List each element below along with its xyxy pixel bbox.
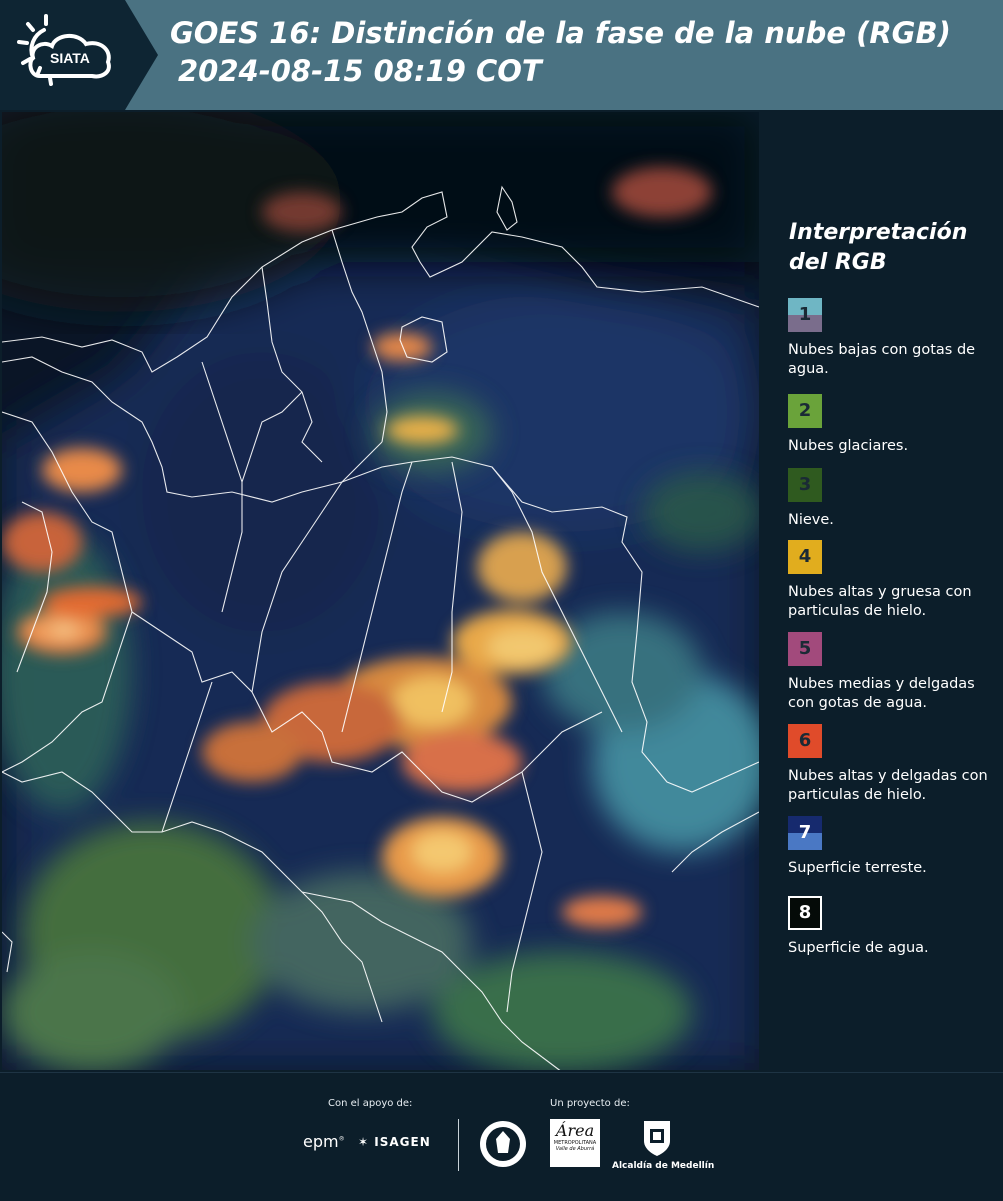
legend-label-5: Nubes medias y delgadas con gotas de agu… — [788, 676, 975, 711]
support-label: Con el apoyo de: — [328, 1098, 413, 1109]
title-line-1: GOES 16: Distinción de la fase de la nub… — [170, 16, 951, 50]
legend-item-6: 6 Nubes altas y delgadas con particulas … — [788, 724, 1003, 805]
legend-swatch-1: 1 — [788, 298, 822, 332]
legend-label-2: Nubes glaciares. — [788, 438, 909, 454]
legend-swatch-4: 4 — [788, 540, 822, 574]
satellite-map — [2, 112, 759, 1070]
legend-label-3: Nieve. — [788, 512, 834, 528]
legend-swatch-7: 7 — [788, 816, 822, 850]
area-logo-mark: Área — [555, 1121, 595, 1140]
legend-label-4: Nubes altas y gruesa con particulas de h… — [788, 584, 972, 619]
area-logo-subtext: Valle de Aburrá — [555, 1146, 595, 1152]
legend-swatch-number: 1 — [798, 304, 812, 325]
medellin-shield-logo — [644, 1121, 670, 1156]
epm-logo-text: epm — [303, 1132, 339, 1151]
legend-swatch-8: 8 — [788, 896, 822, 930]
legend-label-1: Nubes bajas con gotas de agua. — [788, 342, 976, 377]
isagen-logo: ✶ ISAGEN — [358, 1135, 431, 1149]
seal-logo — [480, 1121, 526, 1167]
isagen-logo-text: ISAGEN — [374, 1135, 431, 1149]
legend-swatch-6: 6 — [788, 724, 822, 758]
isagen-star-icon: ✶ — [358, 1135, 370, 1149]
legend-item-1: 1 Nubes bajas con gotas de agua. — [788, 298, 1003, 379]
legend-panel: Interpretación del RGB 1 Nubes bajas con… — [760, 110, 1003, 1072]
page-title: GOES 16: Distinción de la fase de la nub… — [170, 14, 951, 90]
legend-swatch-5: 5 — [788, 632, 822, 666]
legend-label-7: Superficie terreste. — [788, 860, 927, 876]
legend-swatch-number: 6 — [798, 730, 812, 751]
legend-label-6: Nubes altas y delgadas con particulas de… — [788, 768, 988, 803]
legend-swatch-3: 3 — [788, 468, 822, 502]
legend-item-4: 4 Nubes altas y gruesa con particulas de… — [788, 540, 1003, 621]
footer-divider — [458, 1119, 459, 1171]
legend-title: Interpretación del RGB — [789, 220, 968, 275]
legend-item-8: 8 Superficie de agua. — [788, 896, 1003, 958]
header-bar: SIATA GOES 16: Distinción de la fase de … — [0, 0, 1003, 110]
alcaldia-text: Alcaldía de Medellín — [612, 1161, 715, 1171]
legend-item-5: 5 Nubes medias y delgadas con gotas de a… — [788, 632, 1003, 713]
siata-logo-text: SIATA — [50, 50, 90, 66]
legend-item-7: 7 Superficie terreste. — [788, 816, 1003, 878]
legend-swatch-number: 3 — [798, 474, 812, 495]
epm-logo: epm® — [303, 1132, 345, 1151]
legend-swatch-number: 5 — [798, 638, 812, 659]
legend-swatch-number: 4 — [798, 546, 812, 567]
project-label: Un proyecto de: — [550, 1098, 630, 1109]
legend-swatch-number: 7 — [798, 822, 812, 843]
legend-label-8: Superficie de agua. — [788, 940, 929, 956]
title-line-2: 2024-08-15 08:19 COT — [178, 54, 542, 88]
legend-item-3: 3 Nieve. — [788, 468, 1003, 530]
area-metropolitana-logo: Área METROPOLITANA Valle de Aburrá — [550, 1119, 600, 1167]
legend-item-2: 2 Nubes glaciares. — [788, 394, 1003, 456]
footer: Con el apoyo de: Un proyecto de: epm® ✶ … — [0, 1072, 1003, 1201]
siata-logo: SIATA — [0, 0, 158, 110]
legend-swatch-number: 2 — [798, 400, 812, 421]
legend-swatch-number: 8 — [798, 902, 812, 923]
legend-swatch-2: 2 — [788, 394, 822, 428]
